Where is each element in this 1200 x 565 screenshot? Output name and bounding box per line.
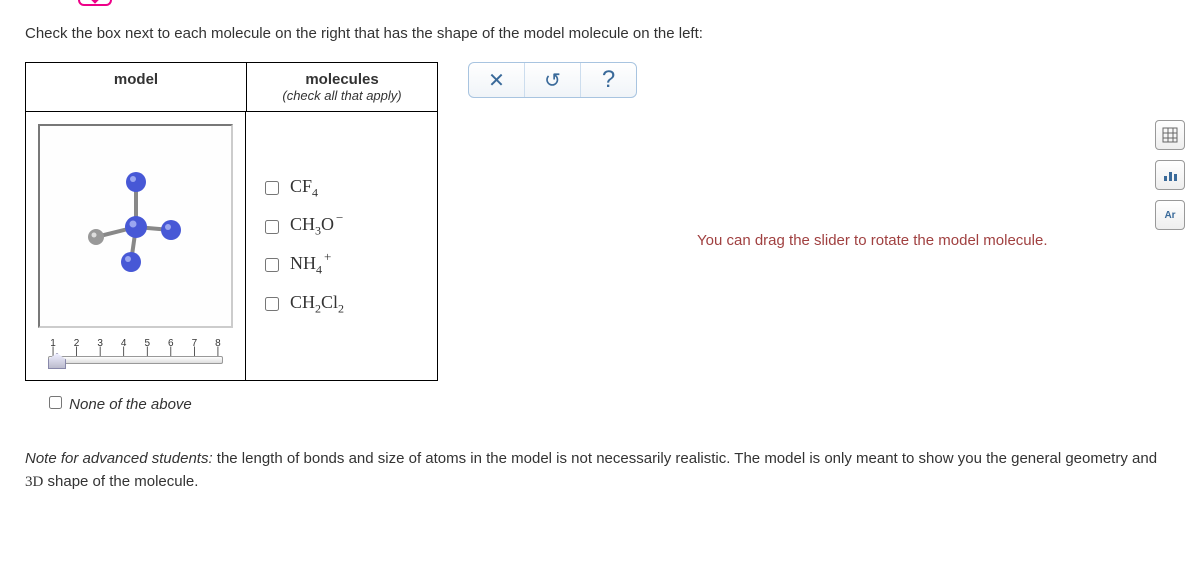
none-option[interactable]: None of the above (45, 396, 192, 413)
periodic-icon[interactable]: Ar (1155, 200, 1185, 230)
option-checkbox-3[interactable] (265, 297, 279, 311)
model-table: model molecules (check all that apply) (25, 62, 438, 381)
option-checkbox-0[interactable] (265, 181, 279, 195)
dropdown-indicator (78, 0, 112, 6)
option-formula-0: CF4 (290, 176, 318, 201)
option-formula-2: NH4+ (290, 253, 331, 278)
option-checkbox-1[interactable] (265, 220, 279, 234)
option-3[interactable]: CH2Cl2 (261, 292, 421, 317)
option-1[interactable]: CH3O− (261, 214, 421, 239)
none-checkbox[interactable] (49, 396, 62, 409)
option-0[interactable]: CF4 (261, 176, 421, 201)
tick-3: 3| (95, 338, 105, 354)
header-model: model (26, 63, 247, 112)
tick-6: 6| (166, 338, 176, 354)
option-checkbox-2[interactable] (265, 258, 279, 272)
model-3d-view[interactable] (38, 124, 233, 328)
advanced-note: Note for advanced students: the length o… (25, 448, 1175, 493)
option-formula-3: CH2Cl2 (290, 292, 344, 317)
control-bar: ✕ ↺ ? (468, 62, 637, 98)
tick-2: 2| (72, 338, 82, 354)
tick-7: 7| (189, 338, 199, 354)
side-toolbar: Ar (1155, 120, 1185, 230)
bars-icon[interactable] (1155, 160, 1185, 190)
grid-icon[interactable] (1155, 120, 1185, 150)
rotation-slider[interactable]: 1| 2| 3| 4| 5| 6| 7| 8| (38, 338, 233, 368)
instruction-text: Check the box next to each molecule on t… (25, 25, 1175, 42)
option-2[interactable]: NH4+ (261, 253, 421, 278)
close-button[interactable]: ✕ (469, 63, 525, 97)
tick-5: 5| (142, 338, 152, 354)
header-molecules: molecules (check all that apply) (247, 63, 437, 112)
tick-8: 8| (213, 338, 223, 354)
undo-button[interactable]: ↺ (525, 63, 581, 97)
help-button[interactable]: ? (581, 63, 636, 97)
tick-1: 1| (48, 338, 58, 354)
slider-hint: You can drag the slider to rotate the mo… (697, 232, 1048, 249)
tick-4: 4| (119, 338, 129, 354)
option-formula-1: CH3O− (290, 214, 343, 239)
